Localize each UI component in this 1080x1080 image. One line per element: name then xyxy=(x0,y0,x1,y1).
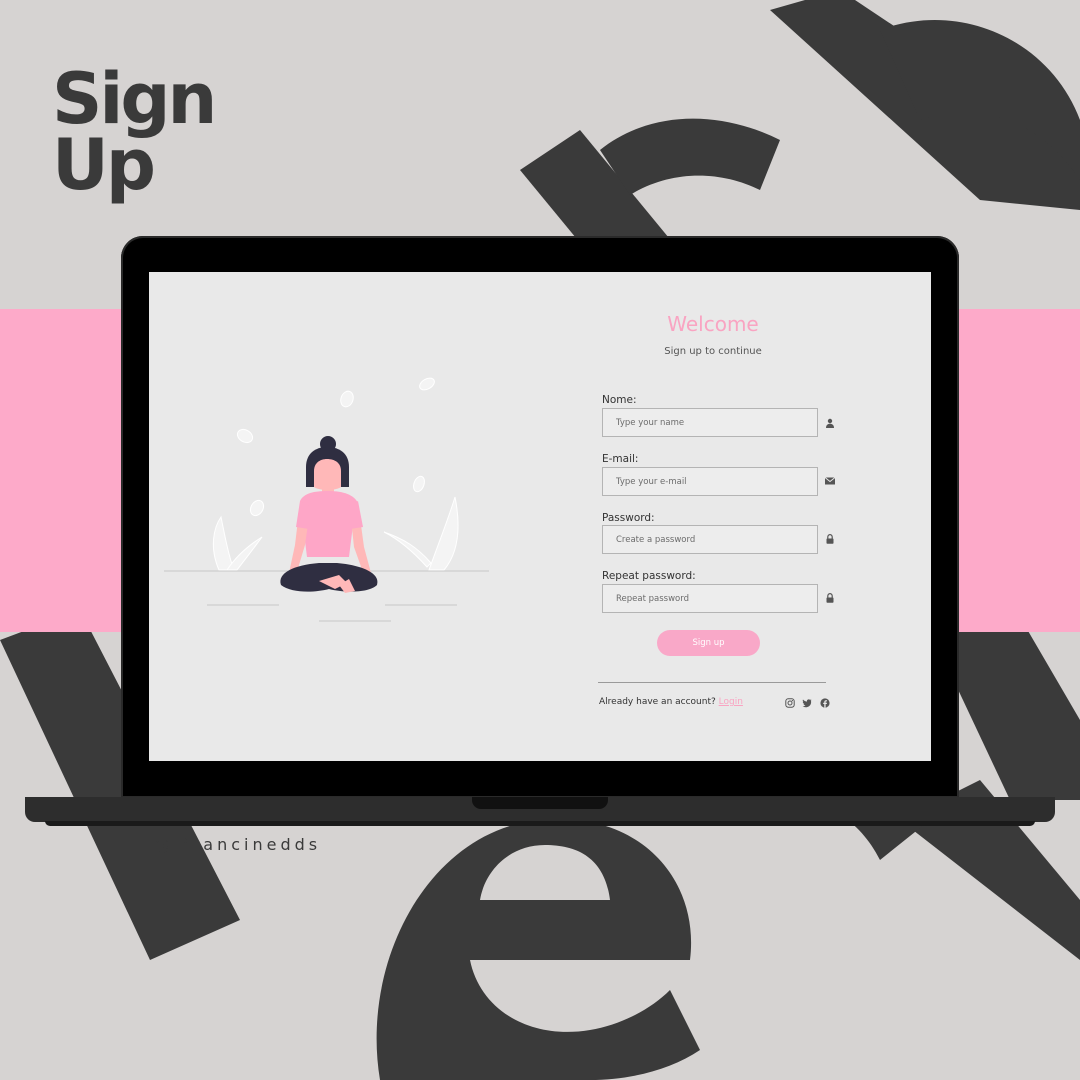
laptop-notch xyxy=(472,797,608,809)
welcome-subtitle: Sign up to continue xyxy=(664,346,762,357)
login-link[interactable]: Login xyxy=(719,697,743,707)
password-label: Password: xyxy=(602,512,655,524)
envelope-icon xyxy=(825,477,835,485)
facebook-icon[interactable] xyxy=(820,698,830,708)
password-input[interactable] xyxy=(602,525,818,554)
title-line-2: Up xyxy=(52,124,156,206)
login-prompt: Already have an account? Login xyxy=(599,697,743,707)
welcome-heading: Welcome xyxy=(667,312,759,336)
lock-icon xyxy=(826,593,834,603)
author-credit: @ francinedds xyxy=(154,835,322,854)
email-input[interactable] xyxy=(602,467,818,496)
signup-button[interactable]: Sign up xyxy=(657,630,760,656)
name-label: Nome: xyxy=(602,394,637,406)
instagram-icon[interactable] xyxy=(785,698,795,708)
name-input[interactable] xyxy=(602,408,818,437)
user-icon xyxy=(826,418,834,428)
laptop-screen: Welcome Sign up to continue Nome: E-mail… xyxy=(149,272,931,761)
repeat-password-input[interactable] xyxy=(602,584,818,613)
email-label: E-mail: xyxy=(602,453,639,465)
poster-title: Sign Up xyxy=(52,58,217,206)
login-prompt-text: Already have an account? xyxy=(599,697,716,707)
form-divider xyxy=(598,682,826,683)
repeat-password-label: Repeat password: xyxy=(602,570,696,582)
laptop-base-shadow xyxy=(45,821,1035,826)
twitter-icon[interactable] xyxy=(802,698,812,708)
meditation-illustration xyxy=(164,377,489,622)
signup-form: Welcome Sign up to continue Nome: E-mail… xyxy=(593,272,893,761)
title-line-1: Sign xyxy=(52,58,217,140)
lock-icon xyxy=(826,534,834,544)
